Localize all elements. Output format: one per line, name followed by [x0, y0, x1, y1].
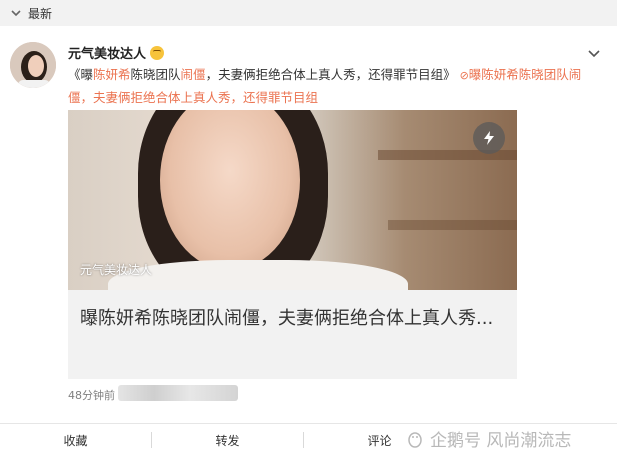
flash-icon[interactable]	[473, 122, 505, 154]
weibo-post-card: 元气美妆达人 《曝陈妍希陈晓团队闹僵，夫妻俩拒绝合体上真人秀，还得罪节目组》 ⊘…	[0, 26, 617, 423]
repost-button[interactable]: 转发	[152, 432, 303, 449]
smile-emoji-icon	[150, 45, 165, 60]
media-watermark: 元气美妆达人	[80, 263, 153, 277]
post-text-highlight: 陈妍希	[93, 67, 131, 82]
post-time[interactable]: 48分钟前	[68, 387, 115, 403]
avatar[interactable]	[10, 42, 56, 88]
link-icon: ⊘	[459, 69, 469, 82]
post-text-highlight: 闹僵	[180, 67, 206, 82]
penguin-icon	[408, 431, 422, 448]
collect-button[interactable]: 收藏	[0, 432, 151, 449]
post-text-part: 陈晓团队	[130, 67, 181, 82]
author-name[interactable]: 元气美妆达人	[68, 43, 165, 62]
watermark-logo: 企鹅号 风尚潮流志	[406, 426, 571, 451]
post-text: 《曝陈妍希陈晓团队闹僵，夫妻俩拒绝合体上真人秀，还得罪节目组》 ⊘曝陈妍希陈晓团…	[68, 64, 603, 109]
more-options-chevron-icon[interactable]	[587, 46, 601, 60]
post-text-part: 《曝	[68, 67, 94, 82]
feed-sort-label[interactable]: 最新	[28, 5, 52, 22]
post-text-part: ，夫妻俩拒绝合体上真人秀，还得罪节目组》	[205, 67, 456, 82]
chevron-down-icon[interactable]	[10, 7, 22, 19]
media-thumbnail[interactable]: 元气美妆达人	[68, 110, 517, 290]
media-title[interactable]: 曝陈妍希陈晓团队闹僵，夫妻俩拒绝合体上真人秀...	[68, 290, 517, 379]
blurred-source	[118, 385, 238, 401]
feed-header: 最新	[0, 0, 617, 26]
